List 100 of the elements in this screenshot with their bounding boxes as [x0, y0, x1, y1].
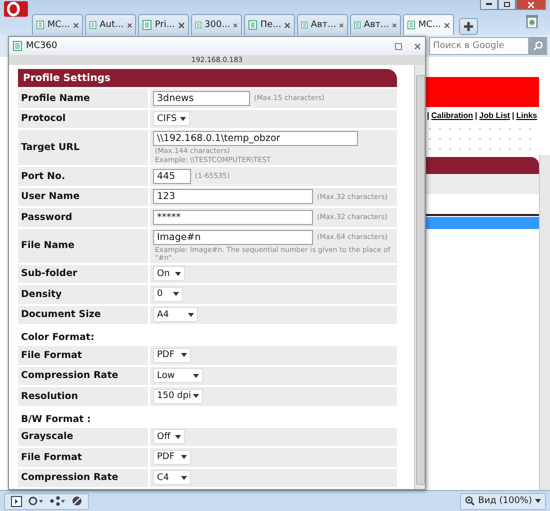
caret-icon: [175, 272, 181, 276]
dropdown[interactable]: 150 dpi: [153, 388, 203, 404]
page-icon: [36, 20, 44, 30]
field-label: Profile Name: [18, 89, 148, 108]
plus-icon: [464, 22, 473, 31]
close-icon: [528, 2, 534, 8]
block-icon[interactable]: [72, 496, 82, 506]
search-field[interactable]: Поиск в Google: [430, 41, 528, 51]
share-icon[interactable]: [50, 496, 66, 506]
dropdown[interactable]: A4: [153, 307, 198, 322]
page-icon: [142, 20, 152, 30]
close-icon[interactable]: [414, 42, 421, 50]
field-label: Grayscale: [18, 428, 148, 446]
close-icon[interactable]: [339, 22, 344, 28]
caret-icon: [175, 434, 181, 439]
new-tab-button[interactable]: [458, 18, 478, 35]
browser-tab[interactable]: Aut...: [84, 14, 136, 35]
nav-link[interactable]: Links: [516, 111, 538, 120]
nav-link[interactable]: Job List: [479, 111, 510, 120]
scrollbar[interactable]: [414, 65, 425, 489]
search-icon: [533, 41, 543, 51]
section-title: B/W Format :: [20, 412, 92, 426]
page-icon: [354, 20, 361, 30]
text-field[interactable]: Image#n: [153, 230, 313, 244]
text-field[interactable]: 3dnews: [153, 90, 250, 106]
link-separator: |: [512, 111, 514, 120]
field-label: Port No.: [18, 167, 148, 186]
close-icon[interactable]: [233, 22, 238, 28]
field-label: Resolution: [18, 387, 148, 406]
caret-icon: [180, 116, 186, 121]
caret-icon: [181, 353, 187, 358]
scrollbar-thumb[interactable]: [416, 75, 424, 485]
field-label: Target URL: [18, 130, 148, 165]
browser-tab[interactable]: 300...: [190, 14, 242, 35]
browser-tab[interactable]: MC...: [402, 14, 454, 35]
dropdown[interactable]: PDF: [153, 450, 191, 465]
section-title: Color Format:: [20, 331, 96, 344]
field-label: File Format: [18, 448, 148, 466]
close-icon[interactable]: [392, 22, 397, 28]
field-label: Compression Rate: [18, 468, 148, 487]
browser-tab[interactable]: Пе...: [244, 14, 295, 35]
caret-icon: [193, 394, 199, 398]
window-title: MC360: [26, 41, 58, 51]
minimize-icon: [486, 3, 492, 6]
dropdown[interactable]: Low: [153, 368, 203, 384]
scrollbar[interactable]: [539, 155, 550, 490]
close-icon[interactable]: [284, 22, 291, 28]
page-icon: [88, 20, 97, 30]
page-icon: [194, 20, 202, 30]
field-label: Password: [18, 208, 148, 226]
search-field[interactable]: Поиск в Google: [429, 37, 529, 55]
field-label: Sub-folder: [18, 264, 148, 283]
text-field[interactable]: \\192.168.0.1\temp_obzor: [153, 131, 358, 146]
minimize-button[interactable]: [480, 0, 498, 10]
page-icon: [248, 20, 258, 30]
dropdown[interactable]: Off: [153, 429, 185, 444]
text-field[interactable]: 123: [153, 189, 313, 204]
field-label: File Name: [18, 228, 148, 262]
text-field[interactable]: *****: [153, 210, 313, 225]
dropdown[interactable]: CIFS: [153, 111, 190, 126]
close-icon[interactable]: [73, 22, 79, 28]
link-separator: |: [427, 111, 430, 120]
caret-icon: [181, 455, 187, 460]
page-icon: [406, 20, 416, 30]
field-label: Document Size: [18, 306, 148, 324]
close-button[interactable]: [516, 0, 546, 10]
browser-tab[interactable]: MC...: [32, 14, 83, 35]
nav-link[interactable]: Calibration: [431, 111, 474, 120]
zoom-icon: [465, 496, 476, 506]
maximize-icon: [504, 2, 510, 7]
page-icon: [13, 41, 22, 51]
field-label: User Name: [18, 188, 148, 206]
caret-icon: [173, 292, 179, 296]
field-label: Density: [18, 285, 148, 304]
browser-tab[interactable]: Авт...: [296, 14, 348, 35]
caret-icon: [181, 476, 187, 480]
logo-icon[interactable]: [4, 0, 28, 18]
caret-icon: [193, 374, 199, 378]
maximize-button[interactable]: [498, 0, 516, 10]
caret-icon: [188, 312, 194, 317]
dropdown[interactable]: 0: [153, 286, 183, 302]
page-icon: [300, 20, 308, 30]
field-label: Compression Rate: [18, 366, 148, 385]
close-icon[interactable]: [444, 22, 450, 28]
close-icon[interactable]: [126, 22, 132, 28]
section-header: Profile Settings: [18, 69, 397, 87]
dropdown[interactable]: C4: [153, 470, 191, 486]
close-icon[interactable]: [178, 22, 185, 28]
dropdown[interactable]: PDF: [153, 348, 191, 363]
text-field[interactable]: 445: [153, 168, 191, 184]
dropdown[interactable]: On: [153, 266, 185, 282]
link-separator: |: [475, 111, 478, 120]
panel-icon[interactable]: [11, 496, 22, 506]
zoom-button[interactable]: Вид (100%): [460, 492, 546, 510]
field-label: File Format: [18, 346, 148, 364]
caret-icon: [535, 499, 541, 503]
browser-tab[interactable]: Авт...: [350, 14, 401, 35]
browser-tab[interactable]: Pri...: [138, 14, 189, 35]
maximize-icon[interactable]: [395, 42, 402, 50]
field-label: Protocol: [18, 110, 148, 128]
